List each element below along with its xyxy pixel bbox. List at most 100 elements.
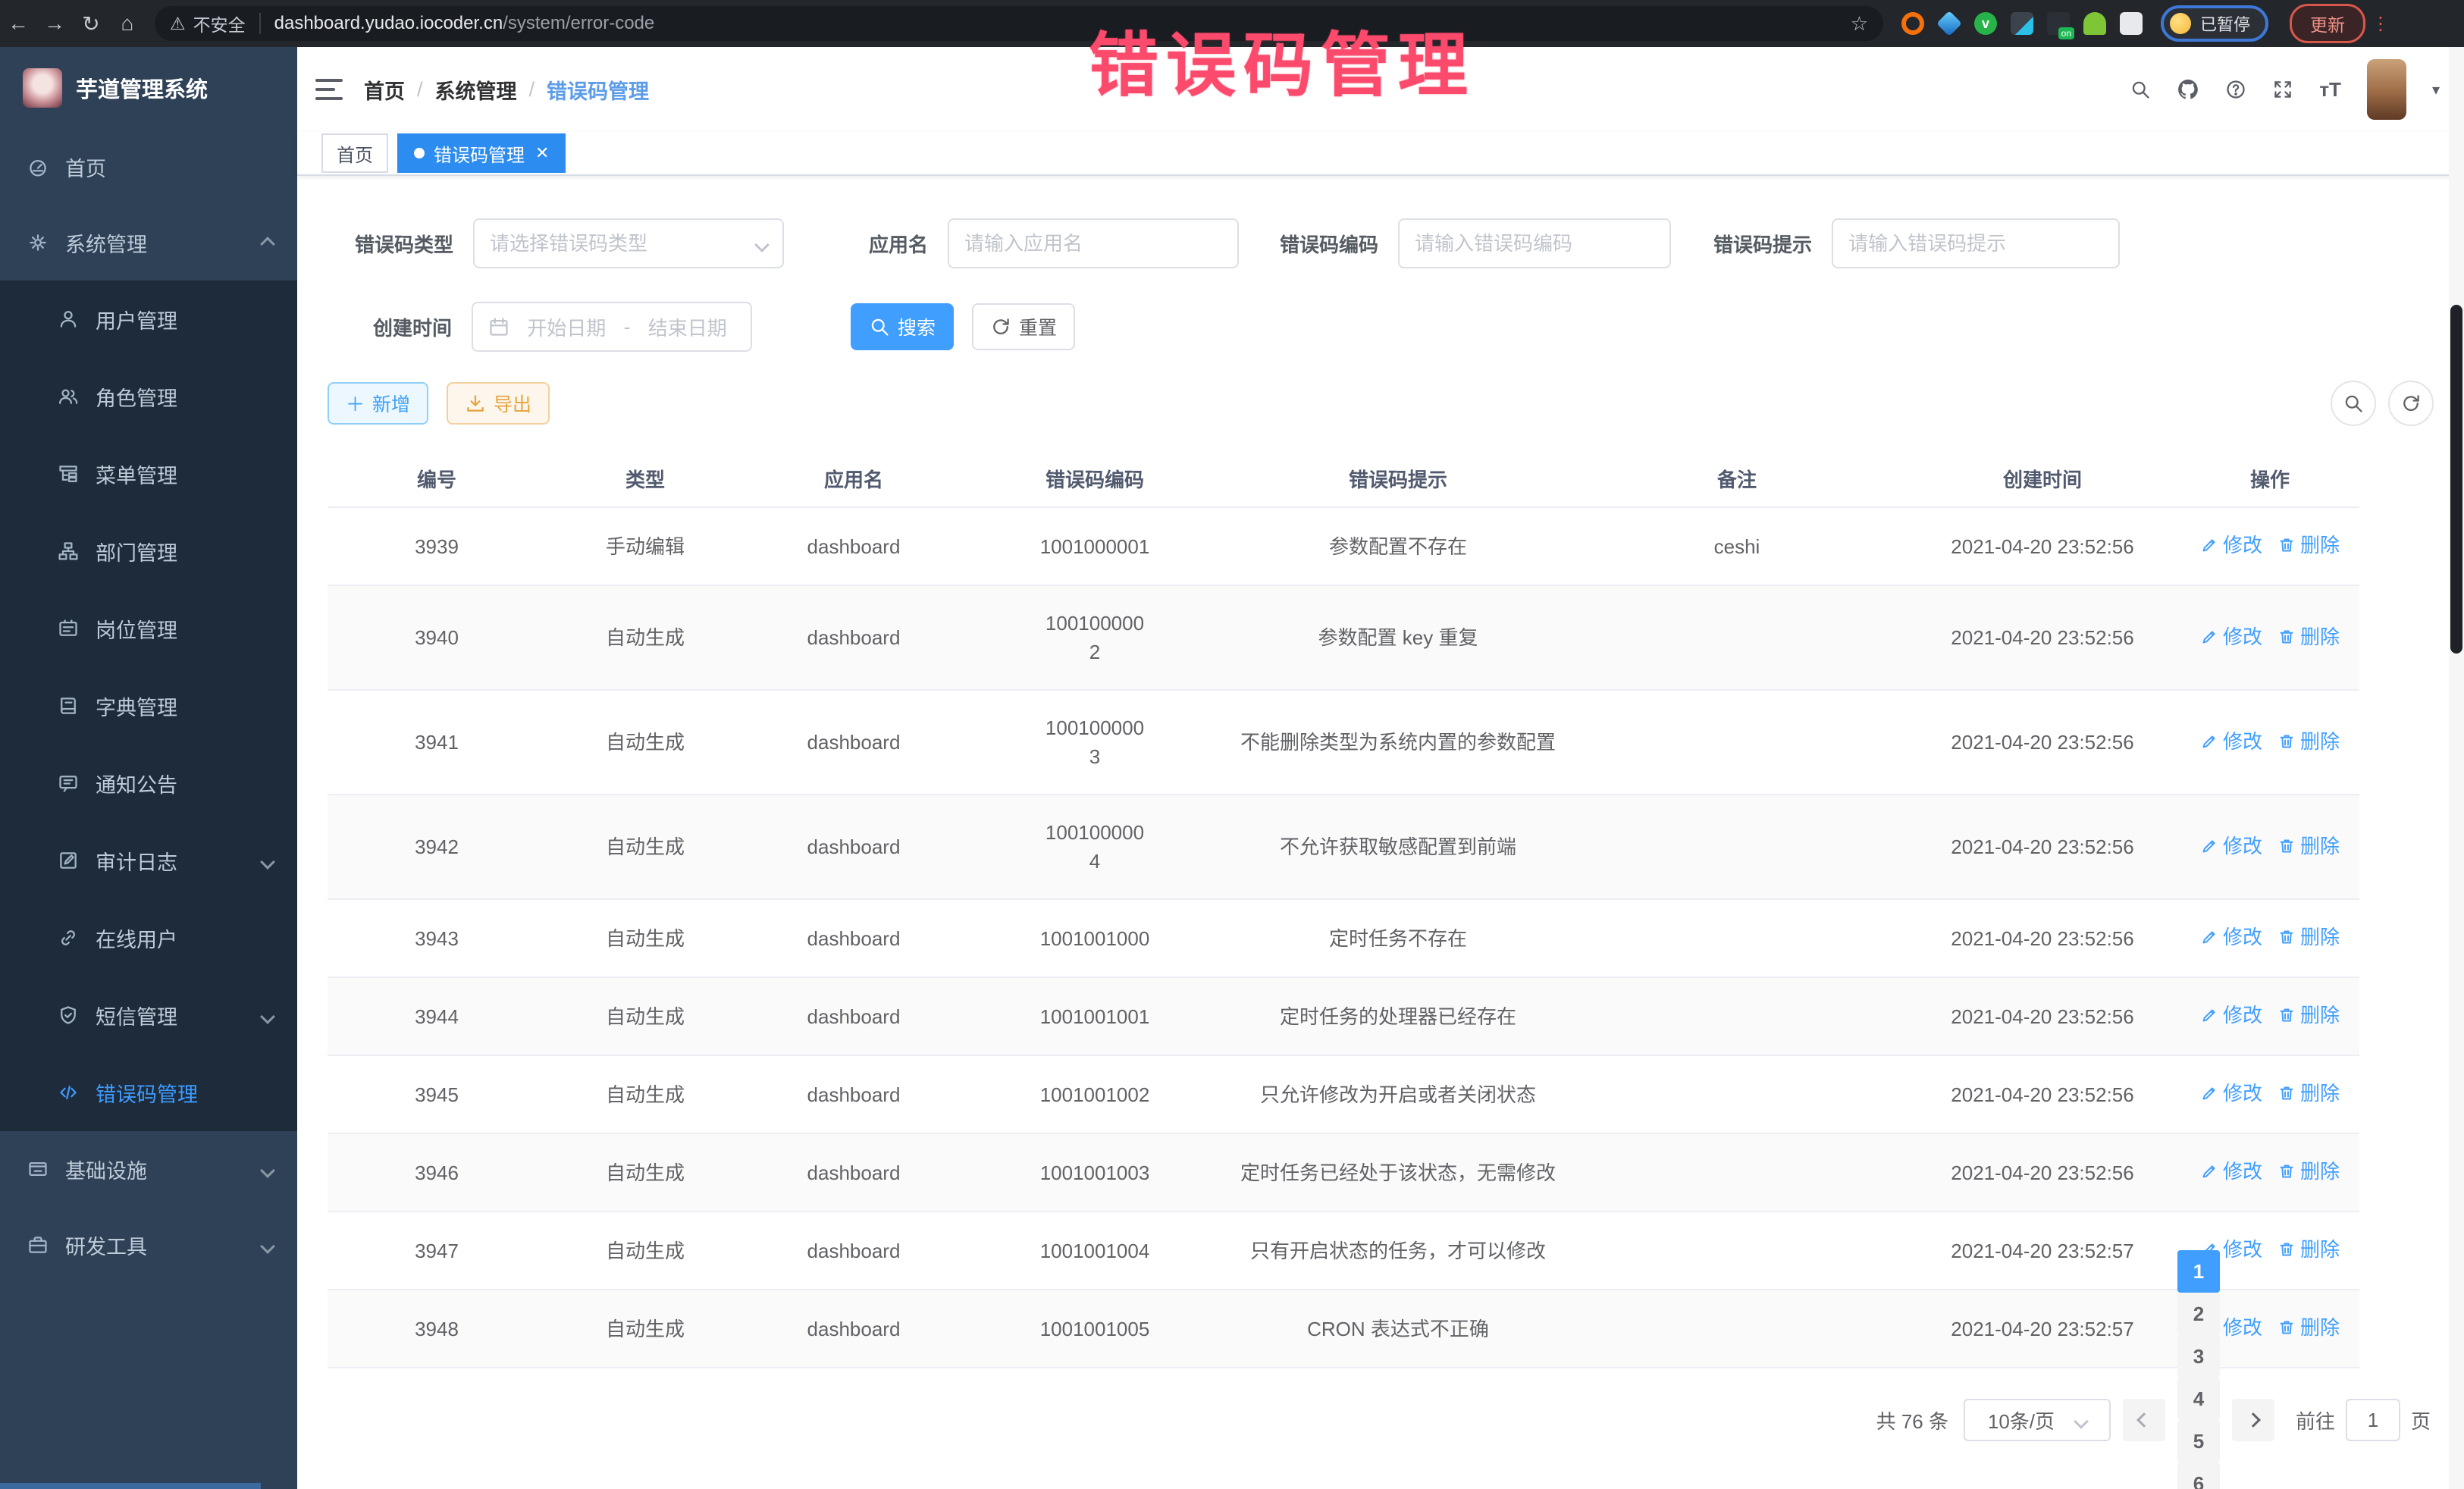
sidebar-item-post[interactable]: 岗位管理: [0, 590, 297, 667]
edit-link[interactable]: 修改: [2200, 531, 2262, 560]
page-button-1[interactable]: 1: [2177, 1250, 2220, 1293]
page-content: 错误码类型 应用名 错误码编码 错误码提示: [297, 176, 2464, 1489]
sidebar-item-peoples[interactable]: 角色管理: [0, 358, 297, 435]
reset-button[interactable]: 重置: [972, 303, 1075, 350]
date-range-picker[interactable]: 开始日期 - 结束日期: [472, 302, 752, 352]
delete-link[interactable]: 删除: [2277, 1001, 2340, 1030]
sidebar-item-gear[interactable]: 系统管理: [0, 205, 297, 281]
row-time: 2021-04-20 23:52:56: [1904, 705, 2180, 779]
filter-type-label: 错误码类型: [355, 230, 453, 258]
delete-link[interactable]: 删除: [2277, 622, 2340, 651]
github-icon[interactable]: [2177, 78, 2199, 101]
sidebar-item-tree-table[interactable]: 菜单管理: [0, 435, 297, 513]
extension-gem-icon[interactable]: [1936, 11, 1962, 36]
online-icon: [55, 927, 82, 948]
page-button-4[interactable]: 4: [2177, 1378, 2220, 1420]
security-chip[interactable]: ⚠ 不安全: [170, 11, 246, 36]
back-icon[interactable]: ←: [0, 11, 36, 36]
error-msg-input[interactable]: [1832, 218, 2120, 268]
tab-close-icon[interactable]: ✕: [535, 143, 549, 163]
page-button-5[interactable]: 5: [2177, 1420, 2220, 1462]
scrollbar-thumb[interactable]: [2450, 305, 2462, 654]
delete-link[interactable]: 删除: [2277, 727, 2340, 756]
browser-profile-chip[interactable]: 已暂停: [2161, 5, 2268, 42]
search-button[interactable]: 搜索: [851, 303, 954, 350]
home-icon[interactable]: ⌂: [109, 11, 146, 36]
delete-link[interactable]: 删除: [2277, 1235, 2340, 1264]
page-button-3[interactable]: 3: [2177, 1335, 2220, 1378]
sidebar-item-infra[interactable]: 基础设施: [0, 1131, 297, 1207]
refresh-table-button[interactable]: [2388, 381, 2434, 426]
sidebar-logo[interactable]: 芋道管理系统: [0, 47, 297, 129]
address-bar[interactable]: ⚠ 不安全 dashboard.yudao.iocoder.cn /system…: [155, 6, 1883, 41]
avatar[interactable]: [2367, 59, 2406, 120]
page-button-2[interactable]: 2: [2177, 1293, 2220, 1335]
delete-link[interactable]: 删除: [2277, 531, 2340, 560]
tab-home[interactable]: 首页: [321, 133, 388, 173]
forward-icon[interactable]: →: [36, 11, 73, 36]
edit-link[interactable]: 修改: [2200, 622, 2262, 651]
delete-link[interactable]: 删除: [2277, 1079, 2340, 1108]
goto-page-input[interactable]: [2346, 1399, 2400, 1441]
browser-menu-icon[interactable]: ⋮: [2372, 13, 2390, 35]
add-button[interactable]: ＋ 新增: [328, 382, 428, 425]
sidebar-item-tree[interactable]: 部门管理: [0, 513, 297, 590]
fullscreen-icon[interactable]: [2272, 79, 2293, 100]
app-name-input[interactable]: [948, 218, 1239, 268]
help-icon[interactable]: [2225, 79, 2246, 100]
error-code-input[interactable]: [1398, 218, 1671, 268]
page-size-select[interactable]: 10条/页: [1964, 1399, 2111, 1441]
bookmark-star-icon[interactable]: ☆: [1851, 12, 1868, 36]
toggle-search-button[interactable]: [2331, 381, 2376, 426]
next-page-button[interactable]: [2232, 1399, 2274, 1441]
extension-grid-icon[interactable]: [2011, 12, 2033, 35]
sidebar-item-user[interactable]: 用户管理: [0, 281, 297, 358]
sidebar-item-dashboard[interactable]: 首页: [0, 129, 297, 205]
delete-link[interactable]: 删除: [2277, 1157, 2340, 1186]
delete-link[interactable]: 删除: [2277, 923, 2340, 951]
prev-page-button[interactable]: [2123, 1399, 2165, 1441]
message-icon: [55, 773, 82, 794]
search-icon[interactable]: [2130, 79, 2151, 100]
trash-icon: [2277, 1006, 2296, 1024]
sidebar-item-sms[interactable]: 短信管理: [0, 976, 297, 1054]
tab-error-code[interactable]: 错误码管理 ✕: [397, 133, 566, 173]
sidebar-item-tool[interactable]: 研发工具: [0, 1207, 297, 1283]
edit-link[interactable]: 修改: [2200, 1001, 2262, 1030]
avatar-caret-icon[interactable]: ▾: [2432, 80, 2440, 99]
row-memo: [1569, 916, 1904, 961]
sidebar-item-online[interactable]: 在线用户: [0, 899, 297, 976]
browser-update-button[interactable]: 更新: [2290, 4, 2365, 43]
breadcrumb-home[interactable]: 首页: [364, 75, 405, 105]
edit-link[interactable]: 修改: [2200, 1079, 2262, 1108]
edit-link[interactable]: 修改: [2200, 923, 2262, 951]
edit-link[interactable]: 修改: [2200, 832, 2262, 860]
export-button[interactable]: 导出: [447, 382, 550, 425]
edit-link[interactable]: 修改: [2200, 727, 2262, 756]
extensions-row: v on: [1901, 12, 2143, 35]
extension-v-icon[interactable]: v: [1974, 12, 1997, 35]
sidebar-item-label: 短信管理: [96, 1001, 177, 1030]
delete-link[interactable]: 删除: [2277, 832, 2340, 860]
sidebar-item-code[interactable]: 错误码管理: [0, 1054, 297, 1131]
sms-icon: [55, 1005, 82, 1026]
delete-link[interactable]: 删除: [2277, 1313, 2340, 1342]
hamburger-icon[interactable]: [315, 79, 343, 100]
active-dot-icon: [414, 148, 425, 158]
extension-on-badge-icon[interactable]: on: [2047, 12, 2070, 35]
scrollbar[interactable]: [2449, 47, 2464, 1489]
post-icon: [55, 618, 82, 639]
extension-puzzle-icon[interactable]: [2120, 12, 2143, 35]
sidebar-item-dict[interactable]: 字典管理: [0, 667, 297, 744]
edit-link[interactable]: 修改: [2200, 1157, 2262, 1186]
breadcrumb-system[interactable]: 系统管理: [435, 75, 517, 105]
column-header: 错误码提示: [1227, 453, 1569, 506]
sidebar-item-log[interactable]: 审计日志: [0, 822, 297, 899]
page-button-6[interactable]: 6: [2177, 1462, 2220, 1489]
error-type-select[interactable]: [473, 218, 784, 268]
font-size-icon[interactable]: ᴛT: [2319, 78, 2341, 102]
extension-key-icon[interactable]: [2083, 12, 2106, 35]
extension-orange-icon[interactable]: [1901, 12, 1924, 35]
sidebar-item-message[interactable]: 通知公告: [0, 744, 297, 822]
reload-icon[interactable]: ↻: [73, 11, 109, 36]
